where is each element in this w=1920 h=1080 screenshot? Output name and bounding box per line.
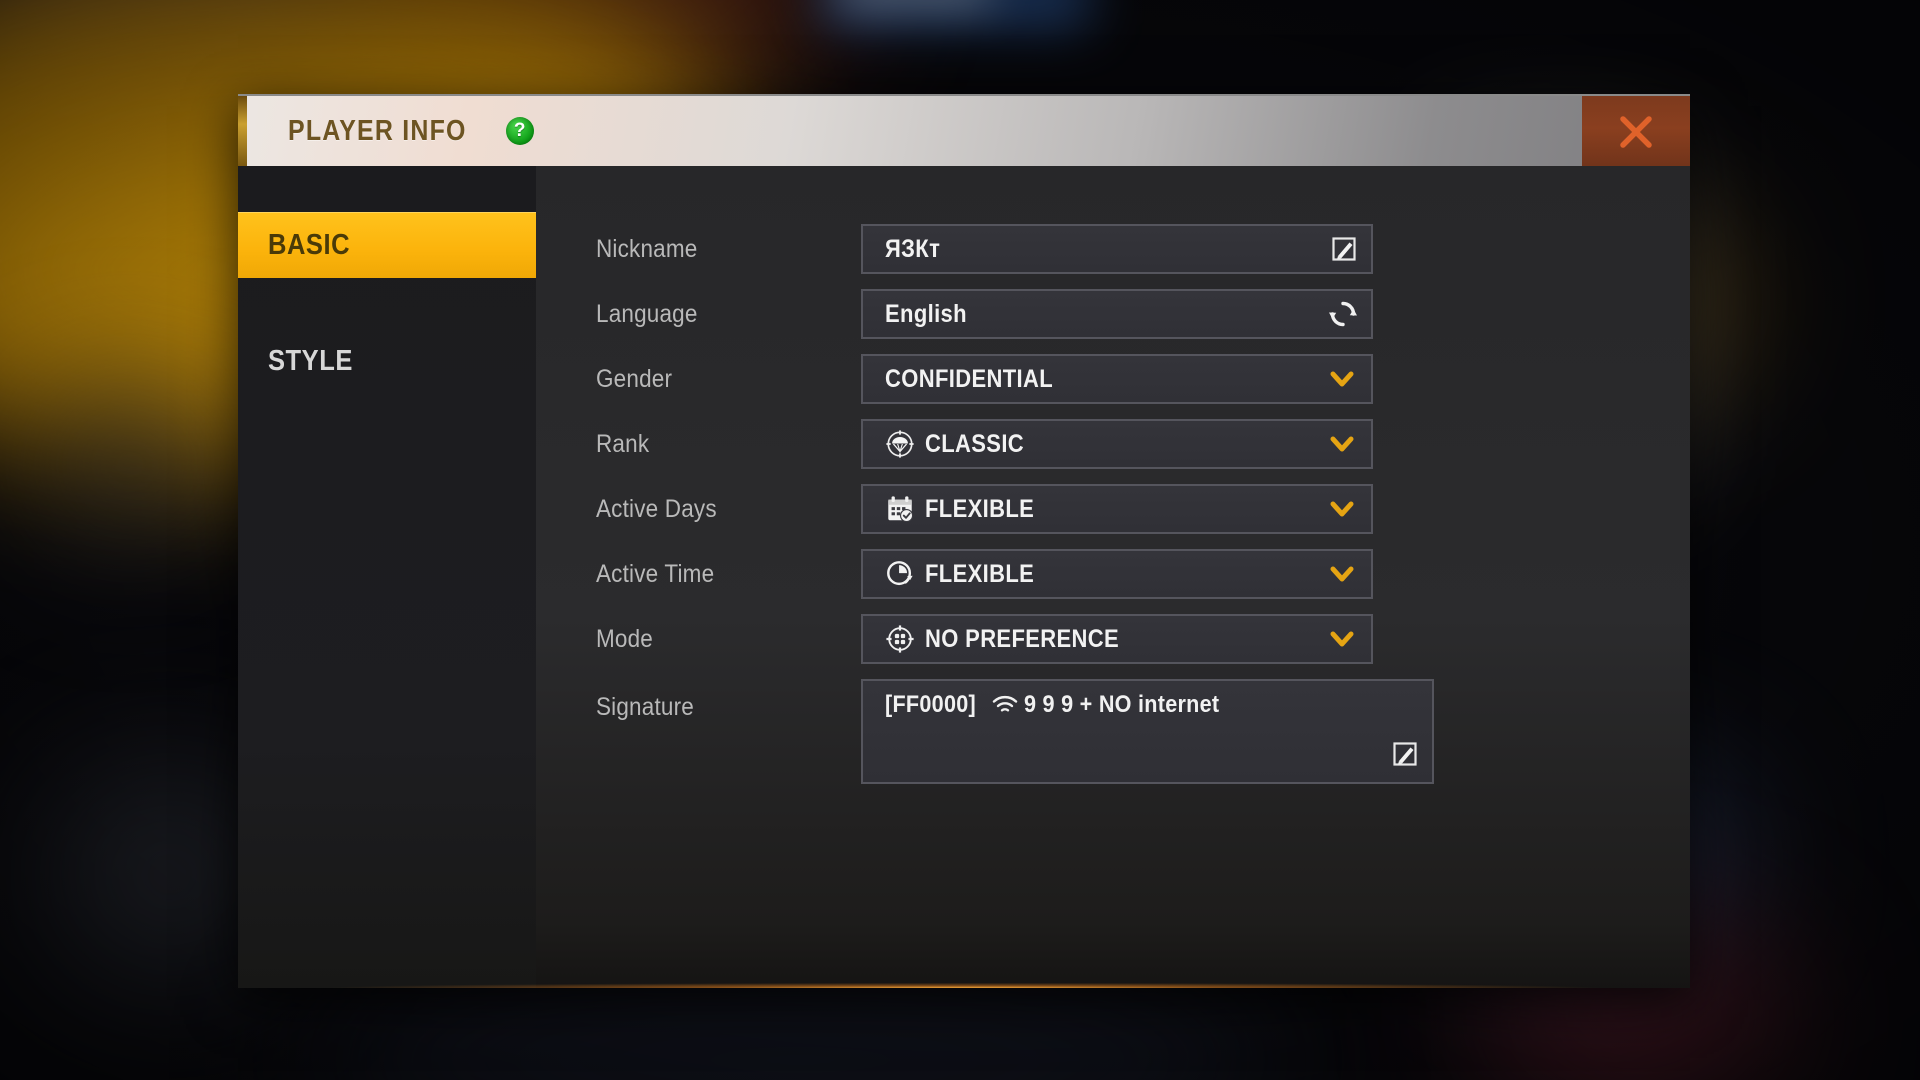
calendar-check-icon [888, 496, 914, 523]
form-row-gender: Gender CONFIDENTIAL [596, 354, 1690, 404]
page-title: PLAYER INFO [288, 114, 467, 147]
nickname-value: ЯЗКт [885, 234, 941, 263]
signature-color-code: [FF0000] [885, 691, 976, 718]
chevron-down-icon [1330, 501, 1354, 517]
label-gender: Gender [596, 364, 673, 393]
label-language: Language [596, 299, 698, 328]
form-row-signature: Signature [FF0000] 9 9 9 + NO internet [596, 679, 1690, 784]
help-icon[interactable]: ? [505, 117, 534, 145]
signature-field[interactable]: [FF0000] 9 9 9 + NO internet [861, 679, 1434, 784]
label-active-time: Active Time [596, 559, 715, 588]
signature-text: 9 9 9 + NO internet [1024, 691, 1220, 718]
edit-pencil-icon [1332, 237, 1356, 261]
chevron-down-icon [1330, 371, 1354, 387]
crosshair-target-icon [886, 625, 914, 653]
form-row-active-time: Active Time FLEXIBLE [596, 549, 1690, 599]
mode-value: NO PREFERENCE [925, 624, 1120, 653]
active-days-value: FLEXIBLE [925, 494, 1035, 523]
mode-dropdown[interactable]: NO PREFERENCE [861, 614, 1373, 664]
dialog-body: BASIC STYLE Nickname ЯЗКт Language Engli… [238, 166, 1690, 988]
language-value: English [885, 299, 967, 328]
gender-value: CONFIDENTIAL [885, 364, 1053, 393]
refresh-icon [1329, 301, 1357, 327]
label-signature: Signature [596, 693, 694, 721]
form-row-language: Language English [596, 289, 1690, 339]
language-field[interactable]: English [861, 289, 1373, 339]
form-row-active-days: Active Days FLEXIBLE [596, 484, 1690, 534]
mode-chevron[interactable] [1325, 622, 1359, 656]
close-icon [1620, 116, 1652, 148]
active-time-dropdown[interactable]: FLEXIBLE [861, 549, 1373, 599]
parachute-icon [886, 430, 914, 458]
active-time-chevron[interactable] [1325, 557, 1359, 591]
form-row-nickname: Nickname ЯЗКт [596, 224, 1690, 274]
chevron-down-icon [1330, 566, 1354, 582]
dialog-title-bar: PLAYER INFO ? [238, 94, 1690, 168]
clock-icon [887, 561, 913, 586]
close-button[interactable] [1582, 96, 1690, 168]
rank-chevron[interactable] [1325, 427, 1359, 461]
wifi-icon [992, 695, 1018, 712]
sidebar: BASIC STYLE [238, 166, 536, 988]
sidebar-item-basic[interactable]: BASIC [238, 212, 536, 278]
language-refresh-button[interactable] [1327, 298, 1359, 330]
form-row-mode: Mode NO PREFERENCE [596, 614, 1690, 664]
rank-dropdown[interactable]: CLASSIC [861, 419, 1373, 469]
gender-chevron[interactable] [1325, 362, 1359, 396]
signature-value: [FF0000] 9 9 9 + NO internet [885, 691, 1414, 719]
active-days-chevron[interactable] [1325, 492, 1359, 526]
nickname-edit-button[interactable] [1329, 234, 1359, 264]
nickname-field[interactable]: ЯЗКт [861, 224, 1373, 274]
active-time-value: FLEXIBLE [925, 559, 1035, 588]
signature-edit-button[interactable] [1390, 739, 1420, 774]
basic-info-form: Nickname ЯЗКт Language English Gender CO… [536, 166, 1690, 988]
label-nickname: Nickname [596, 234, 698, 263]
rank-value: CLASSIC [925, 429, 1025, 458]
form-row-rank: Rank CLASSIC [596, 419, 1690, 469]
label-active-days: Active Days [596, 494, 717, 523]
label-mode: Mode [596, 624, 654, 653]
active-days-dropdown[interactable]: FLEXIBLE [861, 484, 1373, 534]
sidebar-item-style-label: STYLE [268, 344, 353, 377]
label-rank: Rank [596, 429, 650, 458]
chevron-down-icon [1330, 436, 1354, 452]
player-info-dialog: PLAYER INFO ? BASIC STYLE Nickname ЯЗКт … [238, 94, 1690, 988]
sidebar-item-style[interactable]: STYLE [238, 328, 536, 394]
gender-dropdown[interactable]: CONFIDENTIAL [861, 354, 1373, 404]
chevron-down-icon [1330, 631, 1354, 647]
edit-pencil-icon [1393, 742, 1417, 766]
sidebar-item-basic-label: BASIC [268, 229, 351, 261]
